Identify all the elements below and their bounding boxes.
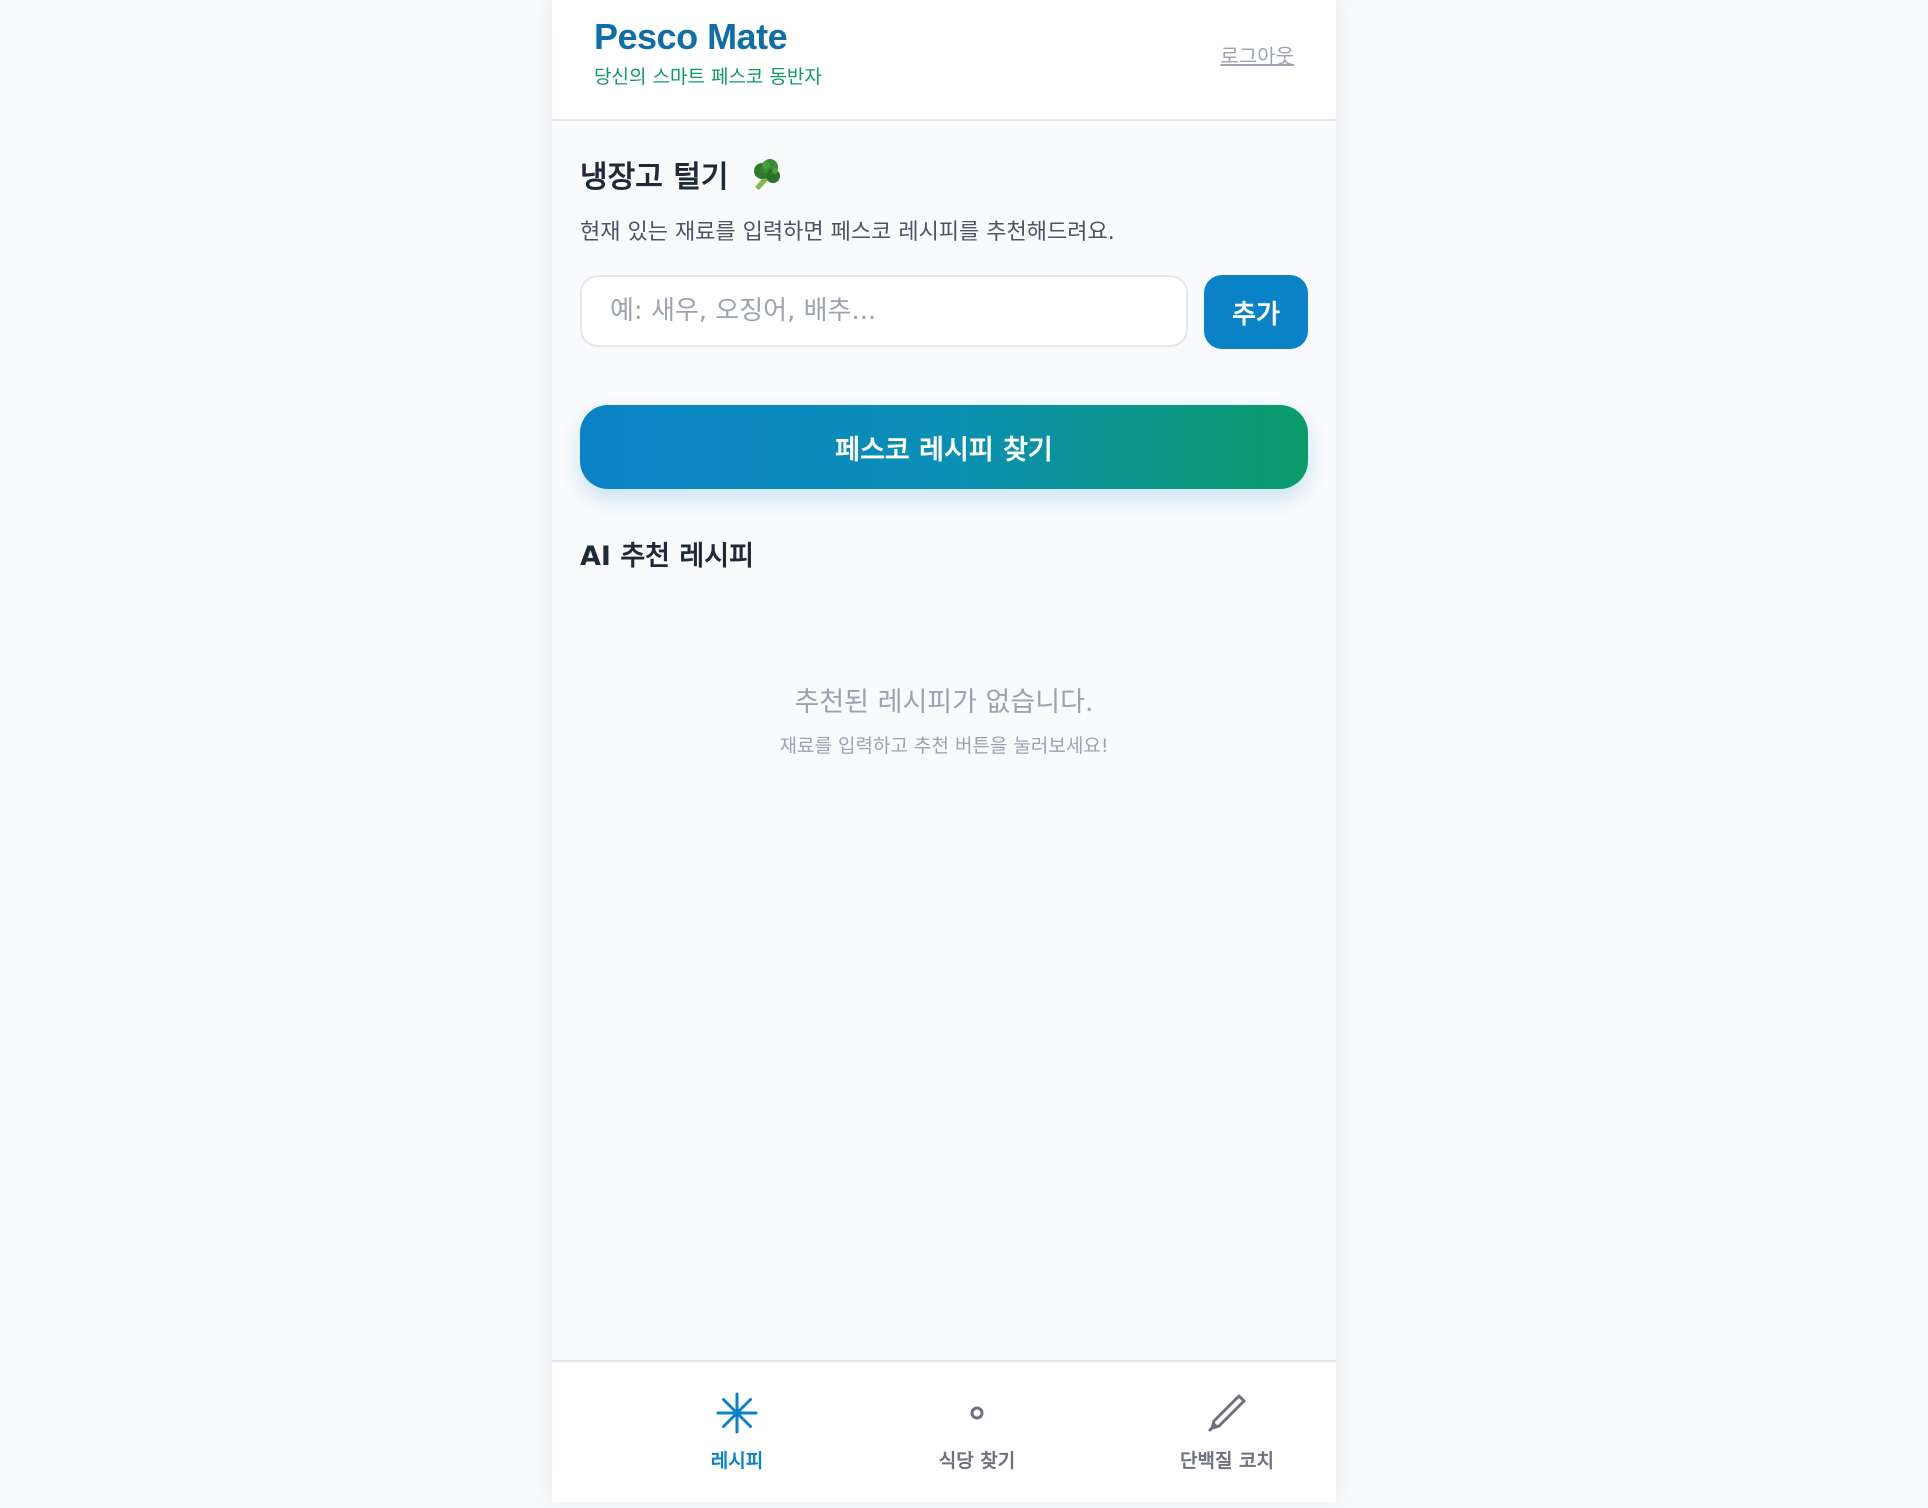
circle-icon <box>956 1392 998 1438</box>
bottom-nav: 레시피 식당 찾기 단백질 코치 <box>552 1360 1336 1502</box>
page-background: Pesco Mate 당신의 스마트 페스코 동반자 로그아웃 냉장고 털기 현… <box>0 0 1928 1508</box>
pen-icon <box>1206 1392 1248 1438</box>
recommendation-title: AI 추천 레시피 <box>580 541 754 572</box>
add-ingredient-button[interactable]: 추가 <box>1204 275 1308 349</box>
broccoli-icon <box>747 159 781 191</box>
app-subtitle: 당신의 스마트 페스코 동반자 <box>594 66 822 88</box>
nav-item-recipe[interactable]: 레시피 <box>642 1362 832 1502</box>
nav-item-protein-coach[interactable]: 단백질 코치 <box>1112 1362 1342 1502</box>
nav-item-restaurant[interactable]: 식당 찾기 <box>882 1362 1072 1502</box>
nav-label-protein-coach: 단백질 코치 <box>1179 1450 1274 1472</box>
app-container: Pesco Mate 당신의 스마트 페스코 동반자 로그아웃 냉장고 털기 현… <box>552 0 1336 1502</box>
app-header: Pesco Mate 당신의 스마트 페스코 동반자 로그아웃 <box>552 0 1336 121</box>
fridge-title-text: 냉장고 털기 <box>580 160 729 195</box>
fridge-description: 현재 있는 재료를 입력하면 페스코 레시피를 추천해드려요. <box>580 220 1115 245</box>
empty-state: 추천된 레시피가 없습니다. 재료를 입력하고 추천 버튼을 눌러보세요! <box>552 680 1336 758</box>
asterisk-icon <box>716 1392 758 1438</box>
ingredient-input[interactable] <box>580 275 1188 347</box>
empty-message: 추천된 레시피가 없습니다. <box>794 687 1094 718</box>
fridge-section-title: 냉장고 털기 <box>580 152 781 196</box>
logout-link[interactable]: 로그아웃 <box>1220 40 1294 69</box>
empty-hint: 재료를 입력하고 추천 버튼을 눌러보세요! <box>779 735 1109 757</box>
nav-label-recipe: 레시피 <box>710 1450 764 1472</box>
nav-label-restaurant: 식당 찾기 <box>938 1450 1016 1472</box>
app-title: Pesco Mate <box>594 16 788 57</box>
find-recipe-button[interactable]: 페스코 레시피 찾기 <box>580 405 1308 489</box>
